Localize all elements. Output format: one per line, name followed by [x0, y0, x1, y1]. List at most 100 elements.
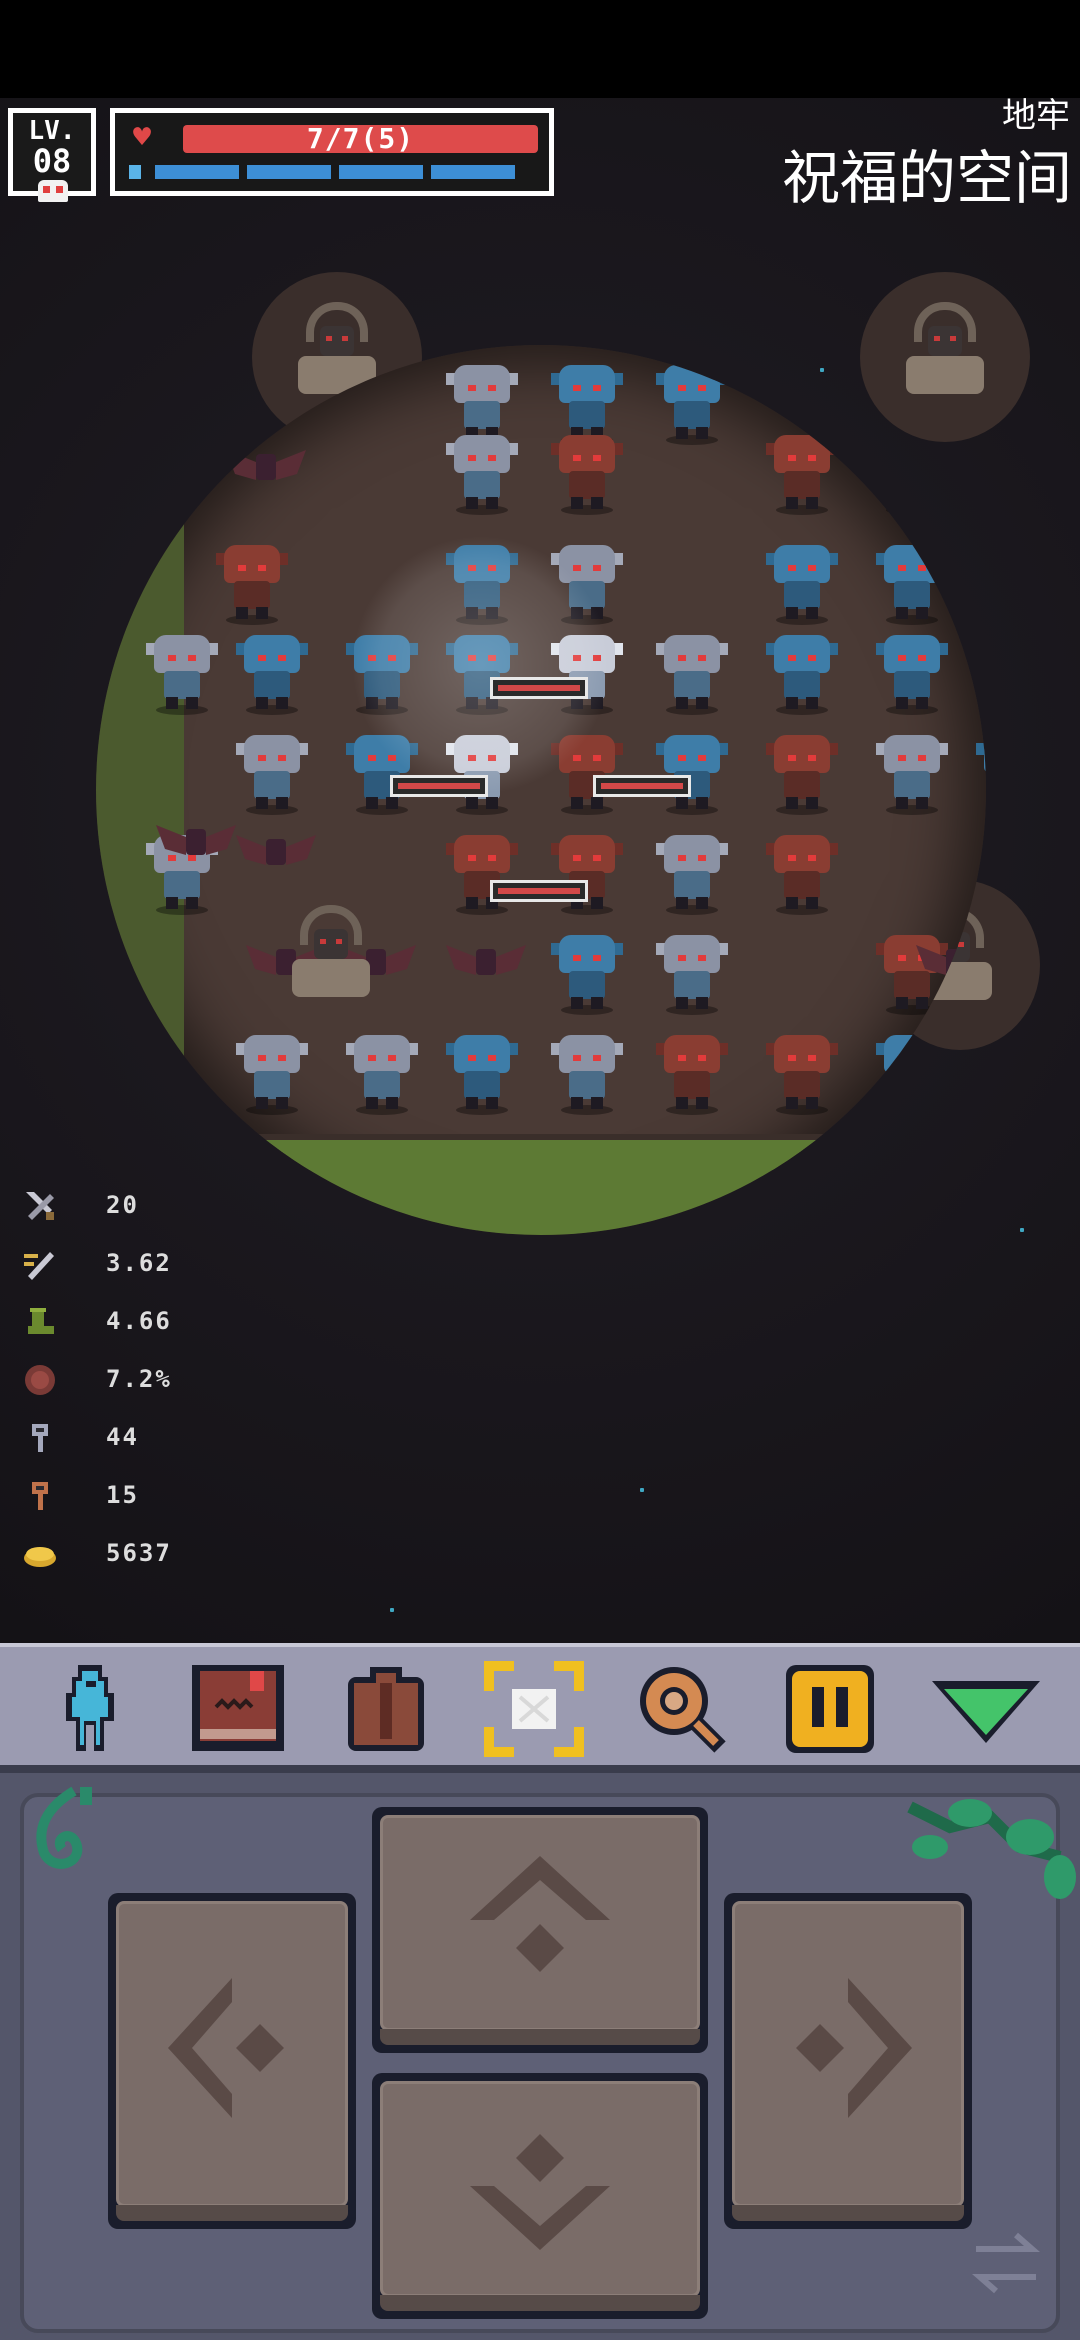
goblin-enemy[interactable] — [766, 1035, 838, 1115]
backpack-button[interactable] — [334, 1659, 438, 1759]
heart-icon: ♥ — [133, 120, 152, 155]
game-screen: LV. 08 ♥ 7/7(5) 地牢 祝福的空间 20 3.62 4.66 7.… — [0, 0, 1080, 2340]
level-value: 08 — [32, 142, 72, 180]
bat-enemy[interactable] — [446, 935, 526, 995]
star-particle — [390, 1608, 394, 1612]
stat-value: 3.62 — [106, 1249, 172, 1277]
pause-button[interactable] — [778, 1659, 882, 1759]
spellbook-button[interactable] — [186, 1659, 290, 1759]
goblin-enemy[interactable] — [656, 635, 728, 715]
sword-icon — [26, 1192, 54, 1220]
goblin-enemy[interactable] — [656, 835, 728, 915]
bat-enemy[interactable] — [916, 935, 986, 995]
goblin-enemy[interactable] — [146, 635, 218, 715]
enemy-hp-bar — [390, 775, 488, 797]
enemy-hp-bar — [490, 677, 588, 699]
enemy-hp-bar — [490, 880, 588, 902]
dpad-down-button[interactable] — [372, 2073, 708, 2319]
goblin-enemy[interactable] — [551, 435, 623, 515]
goblin-enemy[interactable] — [551, 835, 623, 915]
stat-row: 44 — [18, 1412, 218, 1470]
goblin-enemy[interactable] — [346, 1035, 418, 1115]
dungeon-room[interactable] — [96, 345, 986, 1235]
goblin-enemy[interactable] — [656, 365, 728, 445]
dpad-left-button[interactable] — [108, 1893, 356, 2229]
hp-text: 7/7(5) — [306, 122, 415, 155]
stat-value: 4.66 — [106, 1307, 172, 1335]
mana-icon — [129, 165, 141, 179]
stats-panel: 20 3.62 4.66 7.2% 44 15 5637 — [18, 1180, 218, 1586]
bronze-key-icon — [32, 1482, 48, 1510]
goblin-enemy[interactable] — [236, 735, 308, 815]
stat-value: 44 — [106, 1423, 139, 1451]
goblin-enemy[interactable] — [976, 735, 986, 815]
map-focus-button[interactable] — [482, 1659, 586, 1759]
character-button[interactable] — [38, 1659, 142, 1759]
goblin-enemy[interactable] — [766, 545, 838, 625]
goblin-enemy[interactable] — [876, 545, 948, 625]
goblin-enemy[interactable] — [876, 735, 948, 815]
star-particle — [640, 1488, 644, 1492]
stat-row: 5637 — [18, 1528, 218, 1586]
goblin-enemy[interactable] — [446, 835, 518, 915]
goblin-enemy[interactable] — [766, 835, 838, 915]
health-mana-panel[interactable]: ♥ 7/7(5) — [110, 108, 554, 196]
stat-row: 4.66 — [18, 1296, 218, 1354]
goblin-enemy[interactable] — [766, 435, 838, 515]
stat-value: 5637 — [106, 1539, 172, 1567]
backpack-icon — [348, 1667, 424, 1751]
collapse-button[interactable] — [926, 1659, 1040, 1759]
demon-statue — [900, 302, 990, 402]
goblin-enemy[interactable] — [446, 435, 518, 515]
bat-enemy[interactable] — [156, 435, 236, 495]
stat-row: 7.2% — [18, 1354, 218, 1412]
goblin-enemy[interactable] — [656, 1035, 728, 1115]
spellbook-icon — [192, 1665, 284, 1751]
pause-icon — [786, 1665, 874, 1753]
bat-enemy[interactable] — [156, 815, 236, 875]
mana-segment — [247, 165, 331, 179]
dpad-up-button[interactable] — [372, 1807, 708, 2053]
status-bar-area — [0, 0, 1080, 98]
level-label: LV. — [28, 116, 76, 146]
action-toolbar — [0, 1643, 1080, 1769]
collapse-icon — [932, 1681, 1040, 1743]
stat-row: 3.62 — [18, 1238, 218, 1296]
arrow-down-icon — [470, 2134, 610, 2251]
swap-controls-icon[interactable] — [966, 2223, 1046, 2303]
enemy-hp-bar — [593, 775, 691, 797]
goblin-enemy[interactable] — [446, 365, 518, 445]
bat-enemy[interactable] — [226, 440, 306, 500]
arrow-right-icon — [796, 1977, 912, 2118]
attack-speed-icon — [24, 1252, 54, 1280]
arrow-up-icon — [470, 1856, 610, 1973]
goblin-enemy[interactable] — [216, 545, 288, 625]
goblin-enemy[interactable] — [766, 735, 838, 815]
control-panel — [0, 1765, 1080, 2340]
grass-floor — [96, 1140, 986, 1235]
goblin-enemy[interactable] — [551, 365, 623, 445]
goblin-enemy[interactable] — [236, 635, 308, 715]
goblin-enemy[interactable] — [876, 435, 948, 515]
location-region: 地牢 — [1002, 96, 1070, 136]
goblin-enemy[interactable] — [876, 635, 948, 715]
light-aura — [351, 535, 611, 795]
map-focus-icon — [484, 1661, 584, 1757]
search-icon — [640, 1667, 726, 1753]
goblin-enemy[interactable] — [551, 935, 623, 1015]
goblin-enemy[interactable] — [766, 635, 838, 715]
goblin-enemy[interactable] — [876, 1035, 948, 1115]
search-button[interactable] — [630, 1659, 734, 1759]
dpad-right-button[interactable] — [724, 1893, 972, 2229]
goblin-enemy[interactable] — [656, 935, 728, 1015]
goblin-enemy[interactable] — [551, 1035, 623, 1115]
mana-segment — [431, 165, 515, 179]
gold-coin-icon — [24, 1547, 56, 1567]
goblin-enemy[interactable] — [236, 1035, 308, 1115]
goblin-enemy[interactable] — [446, 1035, 518, 1115]
skull-icon — [38, 180, 68, 202]
bat-enemy[interactable] — [236, 825, 316, 885]
mana-segment — [155, 165, 239, 179]
mana-segment — [339, 165, 423, 179]
stat-value: 20 — [106, 1191, 139, 1219]
